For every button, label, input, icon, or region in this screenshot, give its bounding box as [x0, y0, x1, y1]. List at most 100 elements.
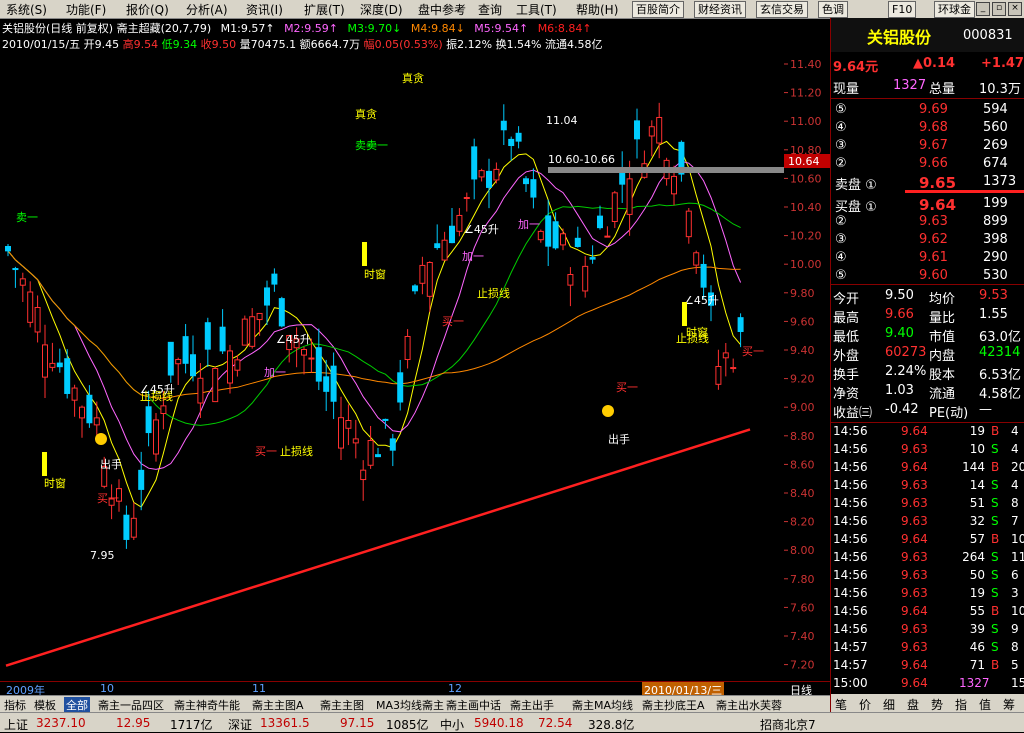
- axis-tick-label: 8.00: [790, 544, 815, 557]
- stat-value: 1.55: [979, 307, 1008, 322]
- tick-count: 7: [1011, 514, 1019, 528]
- panel-tab[interactable]: 值: [979, 696, 991, 713]
- index-zx-change: 72.54: [538, 716, 573, 730]
- color-button[interactable]: 色调: [818, 1, 848, 18]
- menu-function[interactable]: 功能(F): [66, 1, 106, 18]
- menu-extend[interactable]: 扩展(T): [304, 1, 345, 18]
- bid-level: ④: [835, 250, 847, 265]
- candle-body: [153, 419, 159, 455]
- ask-volume: 1373: [983, 174, 1017, 189]
- tick-count: 20: [1011, 460, 1024, 474]
- month-label: 10: [100, 682, 114, 695]
- f10-button[interactable]: F10: [888, 1, 917, 18]
- panel-tab[interactable]: 势: [931, 696, 943, 713]
- candle-body: [508, 138, 515, 147]
- minimize-icon[interactable]: _: [976, 2, 990, 16]
- ask-row[interactable]: ④ 9.68 560: [831, 120, 1024, 138]
- tab-item[interactable]: 斋主抄底王A: [642, 697, 705, 713]
- panel-tab[interactable]: 盘: [907, 696, 919, 713]
- tab-item[interactable]: MA3均线斋主: [376, 697, 444, 713]
- candle-body: [5, 246, 11, 252]
- tick-time: 14:56: [833, 514, 868, 528]
- tab-item[interactable]: 斋主出水芙蓉: [716, 697, 782, 713]
- up45-signal: ∠45升: [276, 333, 311, 346]
- panel-tab[interactable]: 指: [955, 696, 967, 713]
- tick-count: 10: [1011, 604, 1024, 618]
- panel-tab[interactable]: 价: [859, 696, 871, 713]
- panel-tab[interactable]: 笔: [835, 696, 847, 713]
- tick-count: 8: [1011, 640, 1019, 654]
- tick-count: 8: [1011, 496, 1019, 510]
- candle-body: [456, 214, 463, 232]
- time-window-label: 时窗: [44, 476, 66, 490]
- candle-body: [375, 454, 381, 458]
- tab-item[interactable]: 斋主画中话: [446, 697, 501, 713]
- axis-tick-label: 11.20: [790, 87, 822, 100]
- tab-item[interactable]: 斋主神奇牛能: [174, 697, 240, 713]
- tick-volume: 57: [969, 532, 985, 546]
- bid-row[interactable]: ③ 9.62 398: [831, 232, 1024, 250]
- tab-item[interactable]: 斋主出手: [510, 697, 554, 713]
- tick-price: 9.63: [901, 514, 928, 528]
- ask-row[interactable]: ② 9.66 674: [831, 156, 1024, 174]
- global-button[interactable]: 环球金: [934, 1, 975, 18]
- bid-row[interactable]: ② 9.63 899: [831, 214, 1024, 232]
- ask-volume: 674: [983, 156, 1008, 171]
- tab-item[interactable]: 斋主MA均线: [572, 697, 633, 713]
- tab-indicator[interactable]: 指标: [4, 697, 26, 713]
- panel-tab[interactable]: 细: [883, 696, 895, 713]
- menu-tools[interactable]: 工具(T): [516, 1, 557, 18]
- face-icon: [602, 405, 614, 417]
- tick-count: 5: [1011, 658, 1019, 672]
- close-icon[interactable]: ×: [1008, 2, 1022, 16]
- candle-body: [582, 265, 589, 292]
- tick-row: 14:56 9.63 50 S 6: [831, 568, 1024, 586]
- restore-icon[interactable]: ▫: [992, 2, 1006, 16]
- candle-body: [730, 367, 737, 370]
- panel-tab[interactable]: 筹: [1003, 696, 1015, 713]
- bid-row[interactable]: ④ 9.61 290: [831, 250, 1024, 268]
- menu-system[interactable]: 系统(S): [6, 1, 47, 18]
- menu-intraday[interactable]: 盘中参考: [418, 1, 466, 18]
- ask-level: 卖盘 ①: [835, 178, 877, 193]
- axis-tick-label: 7.60: [790, 601, 815, 614]
- tab-all[interactable]: 全部: [64, 697, 90, 713]
- current-volume-label: 现量: [833, 82, 860, 97]
- tab-item[interactable]: 斋主一品四区: [98, 697, 164, 713]
- indicator-tab-bar: 指标 模板 全部 斋主一品四区 斋主神奇牛能 斋主主图A 斋主主图 MA3均线斋…: [0, 695, 830, 713]
- menu-info[interactable]: 资讯(I): [246, 1, 283, 18]
- tab-item[interactable]: 斋主主图A: [252, 697, 304, 713]
- menu-quote[interactable]: 报价(Q): [126, 1, 169, 18]
- company-profile-button[interactable]: 百股简介: [632, 1, 684, 18]
- tick-time: 14:56: [833, 496, 868, 510]
- candlestick-chart[interactable]: 真贪 真贪 卖一 卖一 卖一 买一 买一 买一 买一 加一 加一 加一 买一 ∠…: [0, 50, 830, 680]
- candle-body: [515, 132, 522, 142]
- broker-server: 招商北京7: [760, 718, 816, 732]
- tick-price: 9.64: [901, 676, 928, 690]
- tick-row: 14:56 9.64 19 B 4: [831, 424, 1024, 442]
- tick-price: 9.64: [901, 424, 928, 438]
- ma4-value: M4:9.84↓: [410, 22, 465, 35]
- index-zx-volume: 328.8亿: [588, 718, 635, 732]
- bid-row[interactable]: 买盘 ① 9.64 199: [831, 196, 1024, 215]
- candle-body: [463, 197, 470, 200]
- tab-template[interactable]: 模板: [34, 697, 56, 713]
- tick-volume: 51: [969, 496, 985, 510]
- tick-count: 11: [1011, 550, 1024, 564]
- trade-button[interactable]: 玄信交易: [756, 1, 808, 18]
- menu-help[interactable]: 帮助(H): [576, 1, 618, 18]
- candle-body: [212, 367, 219, 403]
- menu-depth[interactable]: 深度(D): [360, 1, 403, 18]
- ask-row[interactable]: ⑤ 9.69 594: [831, 102, 1024, 120]
- buy-signal: 买一: [255, 445, 277, 458]
- ask-row[interactable]: ③ 9.67 269: [831, 138, 1024, 156]
- current-price-label: 10.64: [788, 155, 820, 168]
- candle-body: [86, 394, 93, 424]
- candle-body: [619, 171, 626, 185]
- axis-tick-label: 10.60: [790, 172, 822, 185]
- finance-news-button[interactable]: 财经资讯: [694, 1, 746, 18]
- candle-body: [12, 268, 19, 271]
- menu-analysis[interactable]: 分析(A): [186, 1, 228, 18]
- menu-query[interactable]: 查询: [478, 1, 502, 18]
- tab-item[interactable]: 斋主主图: [320, 697, 364, 713]
